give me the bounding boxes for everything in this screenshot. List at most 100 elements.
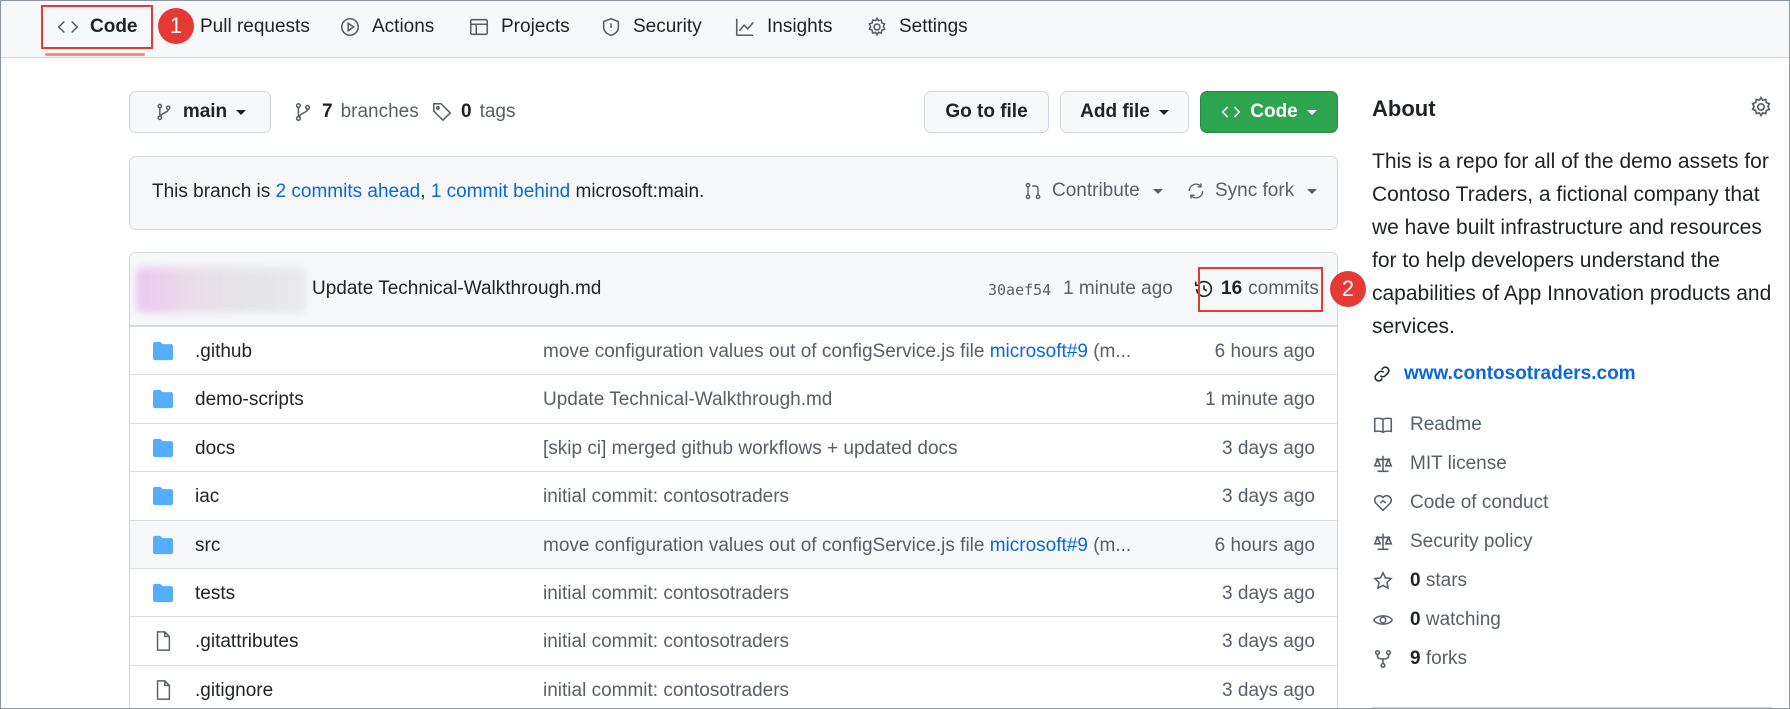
table-row[interactable]: tests initial commit: contosotraders 3 day… [130, 568, 1337, 618]
sync-icon [1188, 183, 1204, 199]
table-row[interactable]: .github move configuration values out of … [130, 326, 1337, 376]
file-commit-message[interactable]: move configuration values out of configS… [543, 535, 1133, 557]
branches-link[interactable]: 7 branches [292, 101, 419, 123]
commit-message-text: Update Technical-Walkthrough.md [543, 389, 833, 411]
callout-box-commits [1198, 267, 1323, 312]
file-name-link[interactable]: iac [195, 486, 219, 508]
stars-count: 0 [1410, 570, 1421, 591]
file-commit-age: 3 days ago [1222, 437, 1315, 459]
issue-link[interactable]: microsoft#9 [990, 535, 1088, 556]
forks-label: forks [1425, 648, 1468, 669]
avatar[interactable] [136, 267, 306, 313]
file-name-link[interactable]: demo-scripts [195, 389, 304, 411]
table-row[interactable]: iac initial commit: contosotraders 3 days … [130, 471, 1337, 521]
readme-link[interactable]: Readme [1372, 414, 1482, 436]
code-of-conduct-label: Code of conduct [1410, 492, 1549, 513]
file-commit-message[interactable]: [skip ci] merged github workflows + upda… [543, 438, 1133, 460]
branch-status-suffix: microsoft:main. [575, 181, 705, 202]
book-icon [1373, 417, 1393, 434]
tab-settings[interactable]: Settings [866, 1, 968, 53]
forks-link[interactable]: 9 forks [1372, 648, 1467, 670]
folder-icon [153, 341, 173, 361]
contribute-button[interactable]: Contribute [1023, 180, 1163, 202]
scale-icon [1373, 455, 1393, 473]
sync-fork-label: Sync fork [1215, 180, 1295, 201]
folder-icon [153, 583, 173, 603]
file-commit-message[interactable]: initial commit: contosotraders [543, 631, 1133, 653]
tab-actions[interactable]: Actions [339, 1, 434, 53]
file-commit-message[interactable]: initial commit: contosotraders [543, 680, 1133, 702]
add-file-label: Add file [1080, 101, 1150, 122]
file-icon [156, 679, 171, 700]
about-heading: About [1372, 96, 1436, 121]
file-name-link[interactable]: .gitignore [195, 680, 273, 702]
table-row[interactable]: .gitignore initial commit: contosotraders… [130, 664, 1337, 708]
tags-label: tags [479, 101, 516, 122]
code-of-conduct-link[interactable]: Code of conduct [1372, 492, 1548, 514]
star-icon [1373, 570, 1393, 590]
repo-nav: Code Pull requests Actions Projects Secu… [1, 1, 1789, 58]
gear-icon[interactable] [1749, 95, 1773, 119]
latest-commit-header: Update Technical-Walkthrough.md 30aef54 … [130, 253, 1337, 326]
tab-settings-label: Settings [899, 16, 968, 37]
pull-request-icon [1025, 182, 1041, 200]
sync-fork-button[interactable]: Sync fork [1186, 180, 1318, 202]
gear-icon [868, 16, 886, 37]
branch-selector-button[interactable]: main [129, 91, 271, 133]
file-name-link[interactable]: docs [195, 438, 235, 460]
commit-sha[interactable]: 30aef54 [988, 281, 1051, 299]
folder-icon [153, 487, 173, 506]
table-row[interactable]: docs [skip ci] merged github workflows + … [130, 422, 1337, 473]
chevron-down-icon [1158, 109, 1169, 115]
file-commit-message[interactable]: move configuration values out of configS… [543, 341, 1133, 363]
readme-label: Readme [1410, 414, 1482, 435]
commit-message-tail[interactable]: (m... [1088, 535, 1131, 556]
commit-message-text: initial commit: contosotraders [543, 631, 790, 653]
commits-ahead-link[interactable]: 2 commits ahead [276, 181, 421, 202]
license-link[interactable]: MIT license [1372, 453, 1507, 475]
forks-count: 9 [1410, 648, 1421, 669]
file-commit-message[interactable]: Update Technical-Walkthrough.md [543, 389, 1133, 411]
shield-icon [602, 17, 620, 37]
website-url: www.contosotraders.com [1404, 363, 1636, 384]
go-to-file-label: Go to file [945, 101, 1028, 122]
file-name-link[interactable]: .gitattributes [195, 631, 299, 653]
branches-count: 7 [322, 101, 333, 122]
file-commit-message[interactable]: initial commit: contosotraders [543, 583, 1133, 605]
watching-label: watching [1425, 609, 1501, 630]
branch-status-prefix: This branch is [152, 181, 271, 202]
branch-status-text: This branch is 2 commits ahead, 1 commit… [152, 181, 704, 203]
watching-link[interactable]: 0 watching [1372, 609, 1501, 631]
file-name-link[interactable]: .github [195, 341, 252, 363]
go-to-file-button[interactable]: Go to file [924, 91, 1049, 133]
tab-actions-label: Actions [372, 16, 435, 37]
stars-link[interactable]: 0 stars [1372, 570, 1467, 592]
tab-pull-requests[interactable]: Pull requests [200, 1, 310, 53]
latest-commit-message[interactable]: Update Technical-Walkthrough.md [312, 278, 601, 300]
license-label: MIT license [1410, 453, 1507, 474]
security-policy-link[interactable]: Security policy [1372, 531, 1533, 553]
sidebar-divider [1372, 707, 1772, 708]
file-name-link[interactable]: src [195, 535, 220, 557]
commit-message-text: initial commit: contosotraders [543, 583, 790, 604]
code-dropdown-button[interactable]: Code [1200, 91, 1338, 133]
issue-link[interactable]: microsoft#9 [990, 341, 1088, 362]
tab-security[interactable]: Security [600, 1, 702, 53]
callout-box-code-tab [41, 5, 153, 49]
table-row[interactable]: demo-scripts Update Technical-Walkthrough… [130, 374, 1337, 424]
file-commit-message[interactable]: initial commit: contosotraders [543, 486, 1133, 508]
branch-name: main [182, 101, 228, 122]
table-row[interactable]: src move configuration values out of conf… [130, 519, 1337, 570]
table-row[interactable]: .gitattributes initial commit: contosotra… [130, 616, 1337, 666]
file-name-link[interactable]: tests [195, 583, 235, 605]
commit-message-tail[interactable]: (m... [1088, 341, 1131, 362]
folder-icon [153, 390, 173, 409]
add-file-button[interactable]: Add file [1060, 91, 1189, 133]
commit-message-text: initial commit: contosotraders [543, 486, 790, 508]
folder-icon [153, 438, 173, 457]
commits-behind-link[interactable]: 1 commit behind [431, 181, 570, 202]
website-link[interactable]: www.contosotraders.com [1372, 363, 1636, 385]
tab-insights[interactable]: Insights [734, 1, 832, 53]
tab-projects[interactable]: Projects [468, 1, 570, 53]
tags-link[interactable]: 0 tags [431, 101, 516, 123]
